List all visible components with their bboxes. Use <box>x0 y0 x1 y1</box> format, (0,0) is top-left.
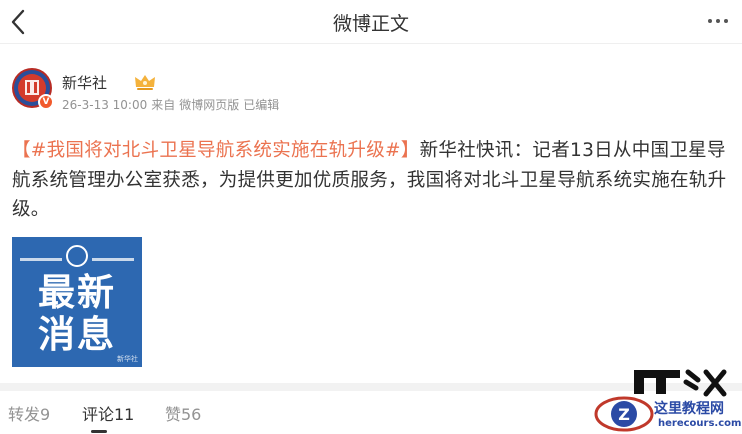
image-headline-1: 最新 <box>38 271 116 314</box>
image-caption: 新华社 <box>117 355 138 363</box>
author-row: V 新华社 26-3-13 10:00 来自 微博网页版 已编辑 <box>12 68 732 116</box>
post-source[interactable]: 微博网页版 <box>179 98 239 112</box>
image-headline-2: 消息 <box>38 313 116 356</box>
watermark-site-name: 这里教程网 <box>654 401 724 417</box>
ellipsis-dot <box>724 19 728 23</box>
edited-label[interactable]: 已编辑 <box>243 98 279 112</box>
top-bar: 微博正文 <box>0 0 742 44</box>
image-divider <box>92 258 134 261</box>
watermark-url: herecours.com <box>658 418 742 429</box>
ellipsis-dot <box>716 19 720 23</box>
more-button[interactable] <box>708 19 728 25</box>
source-prefix: 来自 <box>151 98 176 112</box>
post-image[interactable]: 最新 消息 新华社 <box>12 237 142 367</box>
author-name[interactable]: 新华社 <box>62 72 107 93</box>
active-tab-indicator <box>91 430 107 433</box>
svg-text:Z: Z <box>618 405 630 424</box>
ellipsis-icon <box>708 19 712 23</box>
tab-repost[interactable]: 转发9 <box>8 401 50 425</box>
tab-likes[interactable]: 赞56 <box>165 401 201 425</box>
post-text: 【#我国将对北斗卫星导航系统实施在轨升级#】新华社快讯：记者13日从中国卫星导航… <box>12 136 728 225</box>
image-divider <box>20 258 62 261</box>
verified-badge: V <box>38 94 54 110</box>
crown-icon[interactable] <box>133 72 157 92</box>
tab-comments[interactable]: 评论11 <box>82 401 134 425</box>
page-title: 微博正文 <box>332 13 409 35</box>
topic-link[interactable]: 【#我国将对北斗卫星导航系统实施在轨升级#】 <box>12 140 420 161</box>
xinhua-logo-icon <box>66 245 88 267</box>
post-meta: 26-3-13 10:00 来自 微博网页版 已编辑 <box>62 96 283 113</box>
watermark: Z 这里教程网 herecours.com <box>594 368 742 434</box>
post-time: 26-3-13 10:00 <box>62 98 148 112</box>
